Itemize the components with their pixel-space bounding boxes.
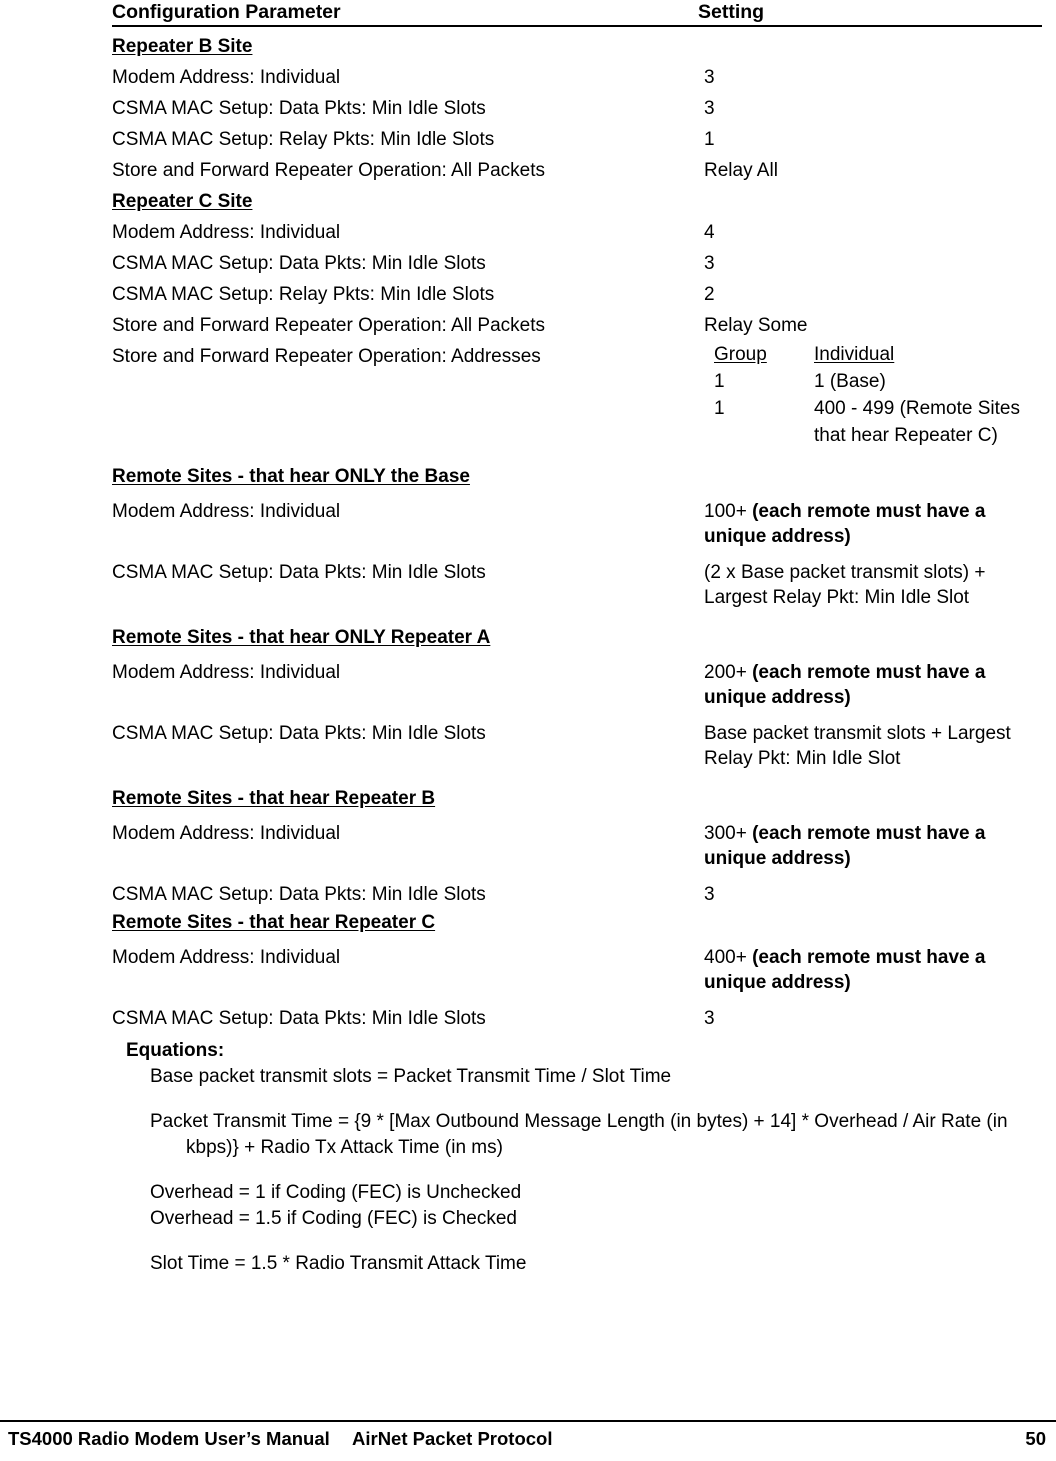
equation-line: Slot Time = 1.5 * Radio Transmit Attack … <box>150 1253 527 1274</box>
parameter-label: Modem Address: Individual <box>112 501 341 522</box>
setting-value: Base packet transmit slots + Largest Rel… <box>704 718 1042 771</box>
section-heading-remote-sites-only-base: Remote Sites - that hear ONLY the Base <box>112 461 1042 492</box>
parameter-label: CSMA MAC Setup: Data Pkts: Min Idle Slot… <box>112 562 486 583</box>
table-row: Store and Forward Repeater Operation: Al… <box>112 155 1042 186</box>
setting-value-plain: 200+ <box>704 662 753 683</box>
setting-value: 300+ (each remote must have a unique add… <box>704 818 1042 871</box>
configuration-table: Configuration Parameter Setting Repeater… <box>112 0 1042 1031</box>
equations-title: Equations: <box>126 1040 225 1061</box>
table-row: Modem Address: Individual 4 <box>112 217 1042 248</box>
setting-value: (2 x Base packet transmit slots) + Large… <box>704 557 1042 610</box>
table-row: Store and Forward Repeater Operation: Ad… <box>112 341 1042 449</box>
equation-line: Base packet transmit slots = Packet Tran… <box>150 1066 672 1087</box>
setting-value: 100+ (each remote must have a unique add… <box>704 496 1042 549</box>
footer-manual-title: TS4000 Radio Modem User’s Manual <box>8 1428 330 1449</box>
setting-value: 3 <box>704 98 715 119</box>
address-table-header-row: Group Individual <box>704 341 1042 368</box>
address-group-value: 1 <box>714 371 725 392</box>
table-row: Store and Forward Repeater Operation: Al… <box>112 310 1042 341</box>
table-row: CSMA MAC Setup: Data Pkts: Min Idle Slot… <box>112 248 1042 279</box>
parameter-label: CSMA MAC Setup: Relay Pkts: Min Idle Slo… <box>112 129 495 150</box>
setting-value: 1 <box>704 129 715 150</box>
parameter-label: Modem Address: Individual <box>112 662 341 683</box>
parameter-label: Store and Forward Repeater Operation: Al… <box>112 315 546 336</box>
setting-value: Relay All <box>704 160 778 181</box>
setting-value: Relay Some <box>704 315 808 336</box>
setting-value-plain: 400+ <box>704 947 753 968</box>
equation-line: Overhead = 1 if Coding (FEC) is Unchecke… <box>150 1182 522 1203</box>
document-page: Configuration Parameter Setting Repeater… <box>0 0 1056 1461</box>
address-table-row: 1 400 - 499 (Remote Sites that hear Repe… <box>704 395 1042 449</box>
table-row: CSMA MAC Setup: Data Pkts: Min Idle Slot… <box>112 93 1042 124</box>
section-heading-label: Remote Sites - that hear ONLY the Base <box>112 466 470 487</box>
section-heading-label: Remote Sites - that hear Repeater B <box>112 788 436 809</box>
setting-value: 3 <box>704 879 1042 907</box>
header-divider <box>112 25 1042 27</box>
section-heading-label: Repeater B Site <box>112 36 253 57</box>
parameter-label: CSMA MAC Setup: Data Pkts: Min Idle Slot… <box>112 1008 486 1029</box>
section-heading-label: Remote Sites - that hear ONLY Repeater A <box>112 627 491 648</box>
parameter-label: CSMA MAC Setup: Relay Pkts: Min Idle Slo… <box>112 284 495 305</box>
table-row: CSMA MAC Setup: Data Pkts: Min Idle Slot… <box>112 1003 1042 1031</box>
parameter-label: CSMA MAC Setup: Data Pkts: Min Idle Slot… <box>112 884 486 905</box>
table-row: Modem Address: Individual 3 <box>112 62 1042 93</box>
setting-value: 200+ (each remote must have a unique add… <box>704 657 1042 710</box>
setting-value-plain: (2 x Base packet transmit slots) + Large… <box>704 562 986 608</box>
parameter-label: Store and Forward Repeater Operation: Al… <box>112 160 546 181</box>
table-row: Modem Address: Individual 100+ (each rem… <box>112 496 1042 549</box>
setting-value-plain: 100+ <box>704 501 753 522</box>
parameter-label: Modem Address: Individual <box>112 947 341 968</box>
table-row: CSMA MAC Setup: Data Pkts: Min Idle Slot… <box>112 557 1042 610</box>
section-heading-remote-sites-repeater-b: Remote Sites - that hear Repeater B <box>112 783 1042 814</box>
address-individual-value: 400 - 499 (Remote Sites that hear Repeat… <box>814 398 1020 446</box>
setting-value-plain: 300+ <box>704 823 753 844</box>
table-row: Modem Address: Individual 400+ (each rem… <box>112 942 1042 995</box>
equation-line: Packet Transmit Time = {9 * [Max Outboun… <box>150 1111 1008 1158</box>
setting-value: 4 <box>704 222 715 243</box>
parameter-label: Modem Address: Individual <box>112 67 341 88</box>
section-heading-label: Repeater C Site <box>112 191 253 212</box>
address-table: Group Individual 1 1 (Base) 1 400 - 499 … <box>704 341 1042 449</box>
address-group-value: 1 <box>714 398 725 419</box>
table-row: CSMA MAC Setup: Data Pkts: Min Idle Slot… <box>112 879 1042 907</box>
equations-block: Equations: Base packet transmit slots = … <box>126 1038 1036 1277</box>
parameter-label: CSMA MAC Setup: Data Pkts: Min Idle Slot… <box>112 98 486 119</box>
parameter-label: Modem Address: Individual <box>112 823 341 844</box>
section-heading-repeater-b-site: Repeater B Site <box>112 31 1042 62</box>
setting-value-plain: 3 <box>704 884 715 905</box>
page-footer: TS4000 Radio Modem User’s Manual AirNet … <box>0 1426 1056 1456</box>
column-header-parameter: Configuration Parameter <box>112 1 341 23</box>
address-col-header-group: Group <box>714 344 767 365</box>
setting-value: 3 <box>704 1003 1042 1031</box>
footer-divider <box>0 1420 1056 1422</box>
table-row: CSMA MAC Setup: Relay Pkts: Min Idle Slo… <box>112 124 1042 155</box>
setting-value: 3 <box>704 67 715 88</box>
setting-value-plain: 3 <box>704 1008 715 1029</box>
table-row: Modem Address: Individual 200+ (each rem… <box>112 657 1042 710</box>
parameter-label: CSMA MAC Setup: Data Pkts: Min Idle Slot… <box>112 723 486 744</box>
section-heading-label: Remote Sites - that hear Repeater C <box>112 912 436 933</box>
address-individual-value: 1 (Base) <box>814 371 886 392</box>
section-heading-remote-sites-only-repeater-a: Remote Sites - that hear ONLY Repeater A <box>112 622 1042 653</box>
parameter-label: CSMA MAC Setup: Data Pkts: Min Idle Slot… <box>112 253 486 274</box>
equation-line: Overhead = 1.5 if Coding (FEC) is Checke… <box>150 1208 517 1229</box>
setting-value: 400+ (each remote must have a unique add… <box>704 942 1042 995</box>
table-row: Modem Address: Individual 300+ (each rem… <box>112 818 1042 871</box>
parameter-label: Store and Forward Repeater Operation: Ad… <box>112 346 541 367</box>
address-table-row: 1 1 (Base) <box>704 368 1042 395</box>
footer-page-number: 50 <box>1025 1428 1046 1449</box>
setting-value: 2 <box>704 284 715 305</box>
table-row: CSMA MAC Setup: Relay Pkts: Min Idle Slo… <box>112 279 1042 310</box>
setting-value: 3 <box>704 253 715 274</box>
column-header-setting: Setting <box>698 1 765 23</box>
setting-value-plain: Base packet transmit slots + Largest Rel… <box>704 723 1011 769</box>
table-header-row: Configuration Parameter Setting <box>112 0 1042 25</box>
section-heading-remote-sites-repeater-c: Remote Sites - that hear Repeater C <box>112 907 1042 938</box>
address-col-header-individual: Individual <box>814 344 895 365</box>
footer-section-title: AirNet Packet Protocol <box>352 1428 553 1449</box>
table-row: CSMA MAC Setup: Data Pkts: Min Idle Slot… <box>112 718 1042 771</box>
section-heading-repeater-c-site: Repeater C Site <box>112 186 1042 217</box>
parameter-label: Modem Address: Individual <box>112 222 341 243</box>
